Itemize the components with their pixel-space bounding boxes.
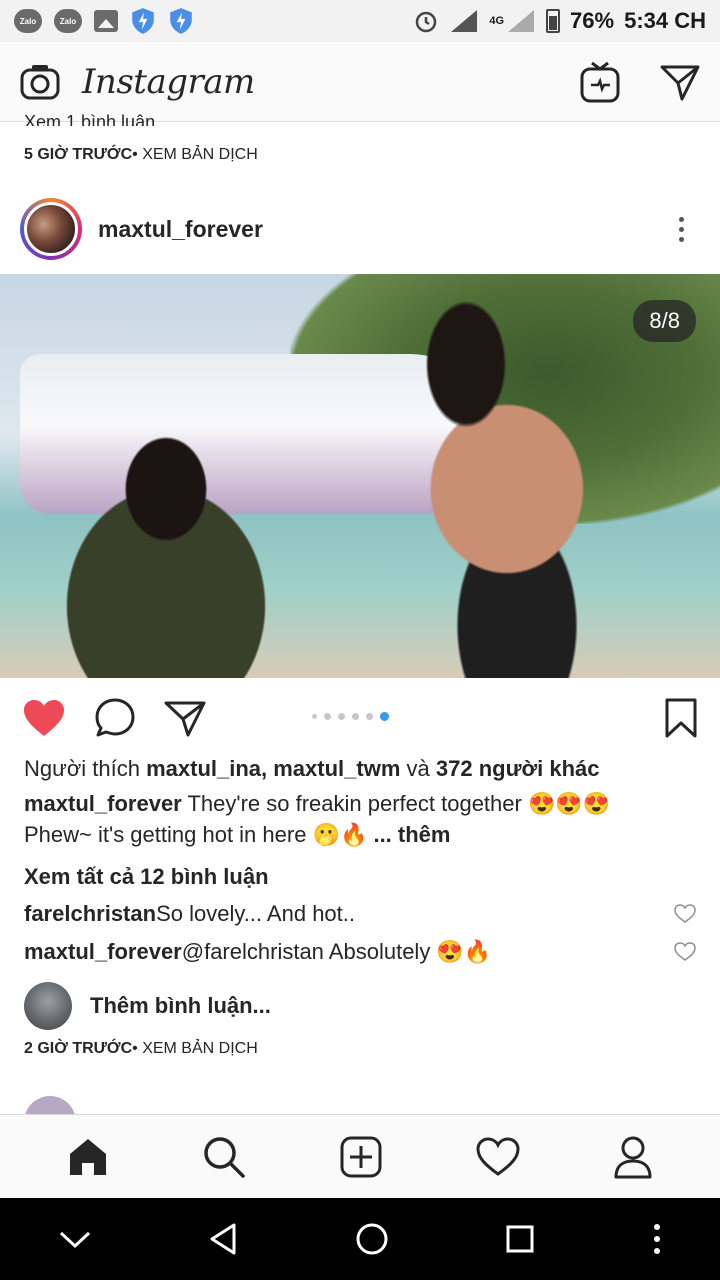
comment-username[interactable]: maxtul_forever xyxy=(24,939,182,965)
avatar[interactable] xyxy=(20,198,82,260)
previous-post-time: 5 GIỜ TRƯỚC• XEM BẢN DỊCH xyxy=(24,146,258,164)
post-translate[interactable]: • XEM BẢN DỊCH xyxy=(132,1040,258,1057)
comment-like-heart-icon[interactable] xyxy=(674,904,696,924)
more-options-icon[interactable] xyxy=(679,216,684,242)
status-bar: Zalo Zalo 4G 76% 5:34 CH xyxy=(0,0,720,42)
carousel-dots xyxy=(312,712,389,721)
caption-line2: Phew~ it's getting hot in here 🫢🔥 xyxy=(24,821,368,847)
igtv-icon[interactable] xyxy=(580,61,620,103)
menu-dots-icon[interactable] xyxy=(651,1221,663,1257)
likes-others[interactable]: 372 người khác xyxy=(436,756,600,781)
caption-text: They're so freakin perfect together 😍😍😍 xyxy=(181,791,611,816)
comment-row: farelchristan So lovely... And hot.. xyxy=(24,898,696,930)
comment-text: @farelchristan Absolutely 😍🔥 xyxy=(181,939,492,964)
battery-percent: 76% xyxy=(570,8,615,33)
share-icon[interactable] xyxy=(164,699,206,737)
post-photo[interactable]: 8/8 xyxy=(0,274,720,678)
caption: maxtul_forever They're so freakin perfec… xyxy=(24,789,704,851)
add-comment-row[interactable]: Thêm bình luận... xyxy=(24,982,271,1030)
app-bar: Instagram xyxy=(0,42,720,122)
instagram-logo: Instagram xyxy=(82,61,255,102)
clock: 5:34 CH xyxy=(624,8,706,33)
system-nav-bar xyxy=(0,1198,720,1280)
likes-prefix: Người thích xyxy=(24,756,147,781)
photo-person-left xyxy=(40,424,320,678)
comment-username[interactable]: farelchristan xyxy=(24,901,156,927)
alarm-icon xyxy=(416,11,437,33)
previous-post-translate[interactable]: • XEM BẢN DỊCH xyxy=(132,146,258,163)
home-button-icon[interactable] xyxy=(354,1221,390,1257)
likes-names[interactable]: maxtul_ina, maxtul_twm xyxy=(146,756,400,781)
battery-icon xyxy=(546,9,561,33)
shield-icon xyxy=(132,8,154,34)
chevron-down-icon[interactable] xyxy=(57,1227,93,1251)
comment-row: maxtul_forever @farelchristan Absolutely… xyxy=(24,935,696,969)
post-time: 2 GIỜ TRƯỚC• XEM BẢN DỊCH xyxy=(24,1040,258,1058)
previous-post-time-text: 5 GIỜ TRƯỚC xyxy=(24,146,133,163)
carousel-counter: 8/8 xyxy=(633,300,696,342)
like-heart-icon[interactable] xyxy=(22,698,66,738)
view-all-comments-label[interactable]: Xem tất cả 12 bình luận xyxy=(24,864,269,889)
comment-like-heart-icon[interactable] xyxy=(674,942,696,962)
direct-message-icon[interactable] xyxy=(660,63,700,101)
bookmark-icon[interactable] xyxy=(664,697,698,739)
likes-and: và xyxy=(400,756,436,781)
camera-icon[interactable] xyxy=(20,64,60,100)
recents-icon[interactable] xyxy=(504,1223,536,1255)
photo-person-right xyxy=(330,294,670,678)
bottom-nav xyxy=(0,1114,720,1198)
previous-post-comment-link[interactable]: Xem 1 bình luận xyxy=(24,112,155,126)
post-username[interactable]: maxtul_forever xyxy=(98,216,263,243)
profile-icon[interactable] xyxy=(613,1135,653,1179)
new-post-icon[interactable] xyxy=(340,1136,382,1178)
network-type: 4G xyxy=(489,15,505,27)
back-icon[interactable] xyxy=(208,1221,240,1257)
current-user-avatar xyxy=(24,982,72,1030)
signal-icon-2 xyxy=(508,10,535,32)
zalo-icon: Zalo xyxy=(14,9,42,33)
more-link[interactable]: ... thêm xyxy=(367,822,450,847)
search-icon[interactable] xyxy=(202,1135,246,1179)
post-header: maxtul_forever xyxy=(0,196,720,262)
caption-username[interactable]: maxtul_forever xyxy=(24,791,182,816)
view-all-comments[interactable]: Xem tất cả 12 bình luận xyxy=(24,862,704,893)
home-icon[interactable] xyxy=(67,1136,109,1178)
add-comment-input[interactable]: Thêm bình luận... xyxy=(90,993,271,1019)
likes-line[interactable]: Người thích maxtul_ina, maxtul_twm và 37… xyxy=(24,754,704,785)
post-time-text: 2 GIỜ TRƯỚC xyxy=(24,1040,133,1057)
signal-icon xyxy=(451,10,478,32)
shield-icon xyxy=(170,8,192,34)
comment-icon[interactable] xyxy=(94,697,136,739)
activity-heart-icon[interactable] xyxy=(476,1136,520,1177)
post-actions xyxy=(0,690,720,746)
zalo-icon: Zalo xyxy=(54,9,82,33)
gallery-icon xyxy=(94,10,118,32)
comment-text: So lovely... And hot.. xyxy=(156,901,355,926)
